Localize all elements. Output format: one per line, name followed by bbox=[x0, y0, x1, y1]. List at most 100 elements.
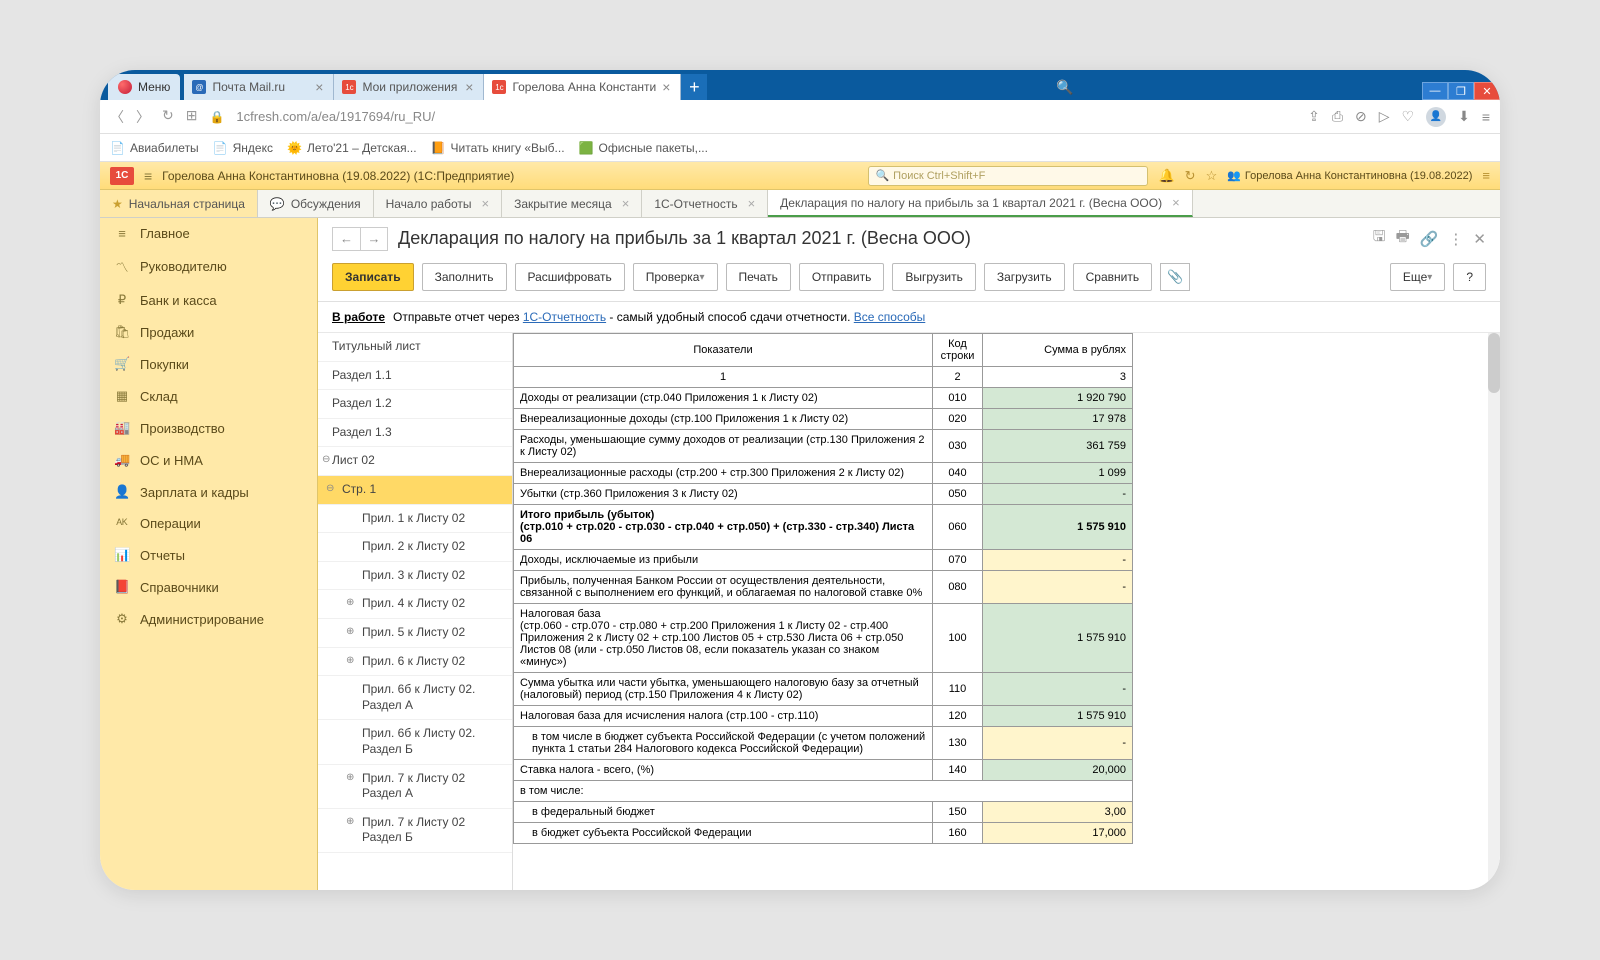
tree-expand-icon[interactable]: ⊕ bbox=[346, 596, 354, 609]
user-info[interactable]: 👥 Горелова Анна Константиновна (19.08.20… bbox=[1227, 169, 1472, 182]
app-tab[interactable]: 💬Обсуждения bbox=[258, 190, 374, 217]
tab-close-icon[interactable]: × bbox=[748, 196, 756, 211]
app-tab[interactable]: Начало работы× bbox=[374, 190, 503, 217]
heart-icon[interactable]: ♡ bbox=[1402, 108, 1415, 125]
tree-item[interactable]: Прил. 3 к Листу 02 bbox=[318, 562, 512, 591]
tree-expand-icon[interactable]: ⊖ bbox=[326, 482, 334, 495]
grid-cell-value[interactable]: 1 575 910 bbox=[983, 604, 1133, 673]
browser-tab[interactable]: @Почта Mail.ru× bbox=[184, 74, 334, 100]
global-search-input[interactable]: 🔍 Поиск Ctrl+Shift+F bbox=[868, 166, 1148, 186]
compare-button[interactable]: Сравнить bbox=[1073, 263, 1152, 291]
bookmark-item[interactable]: 📄Авиабилеты bbox=[110, 141, 199, 155]
tab-close-icon[interactable]: × bbox=[1172, 195, 1180, 210]
grid-cell-value[interactable]: - bbox=[983, 673, 1133, 706]
grid-cell-value[interactable]: 361 759 bbox=[983, 430, 1133, 463]
tree-item[interactable]: ⊖Стр. 1 bbox=[318, 476, 512, 505]
tree-item[interactable]: ⊕Прил. 7 к Листу 02 Раздел Б bbox=[318, 809, 512, 853]
play-icon[interactable]: ▷ bbox=[1379, 108, 1390, 125]
decrypt-button[interactable]: Расшифровать bbox=[515, 263, 625, 291]
sidebar-item[interactable]: 〽Руководителю bbox=[100, 249, 317, 284]
new-tab-button[interactable]: + bbox=[681, 74, 707, 100]
grid-cell-value[interactable]: - bbox=[983, 727, 1133, 760]
tree-item[interactable]: Прил. 6б к Листу 02. Раздел Б bbox=[318, 720, 512, 764]
grid-cell-value[interactable]: - bbox=[983, 571, 1133, 604]
tree-expand-icon[interactable]: ⊕ bbox=[346, 771, 354, 784]
opera-menu-button[interactable]: Меню bbox=[108, 74, 180, 100]
tree-item[interactable]: ⊖Лист 02 bbox=[318, 447, 512, 476]
page-forward-button[interactable]: → bbox=[360, 227, 388, 251]
block-icon[interactable]: ⊘ bbox=[1355, 108, 1367, 125]
star-icon[interactable]: ☆ bbox=[1206, 168, 1218, 184]
tree-item[interactable]: ⊕Прил. 4 к Листу 02 bbox=[318, 590, 512, 619]
kebab-icon[interactable]: ⋮ bbox=[1448, 230, 1463, 248]
grid-cell-value[interactable]: - bbox=[983, 550, 1133, 571]
sidebar-item[interactable]: 🛒Покупки bbox=[100, 348, 317, 380]
sidebar-item[interactable]: 🏭Производство bbox=[100, 412, 317, 444]
browser-tab[interactable]: 1cМои приложения× bbox=[334, 74, 484, 100]
tree-item[interactable]: Прил. 2 к Листу 02 bbox=[318, 533, 512, 562]
grid-cell-value[interactable]: 20,000 bbox=[983, 760, 1133, 781]
grid-area[interactable]: ПоказателиКод строкиСумма в рублях 123До… bbox=[513, 333, 1500, 890]
sidebar-item[interactable]: ᴬᴷОперации bbox=[100, 508, 317, 539]
tab-close-icon[interactable]: × bbox=[315, 79, 323, 95]
check-button[interactable]: Проверка bbox=[633, 263, 718, 291]
tree-item[interactable]: Прил. 1 к Листу 02 bbox=[318, 505, 512, 534]
nav-apps-icon[interactable]: ⊞ bbox=[186, 107, 198, 127]
tree-expand-icon[interactable]: ⊕ bbox=[346, 625, 354, 638]
status-link-all[interactable]: Все способы bbox=[854, 310, 926, 324]
sidebar-item[interactable]: ▦Склад bbox=[100, 380, 317, 412]
link-icon[interactable]: 🔗 bbox=[1420, 230, 1439, 248]
grid-cell-value[interactable]: 1 575 910 bbox=[983, 505, 1133, 550]
grid-cell-value[interactable]: 1 575 910 bbox=[983, 706, 1133, 727]
tree-item[interactable]: Раздел 1.3 bbox=[318, 419, 512, 448]
status-link-1c[interactable]: 1С-Отчетность bbox=[523, 310, 606, 324]
print-button[interactable]: Печать bbox=[726, 263, 791, 291]
sidebar-item[interactable]: ⚙Администрирование bbox=[100, 603, 317, 635]
tree-expand-icon[interactable]: ⊕ bbox=[346, 815, 354, 828]
tree-item[interactable]: Титульный лист bbox=[318, 333, 512, 362]
tab-close-icon[interactable]: × bbox=[662, 79, 670, 95]
fill-button[interactable]: Заполнить bbox=[422, 263, 507, 291]
attach-button[interactable]: 📎 bbox=[1160, 263, 1190, 291]
print-icon[interactable]: 🖶 bbox=[1396, 226, 1410, 251]
window-maximize-button[interactable]: ❐ bbox=[1448, 82, 1474, 100]
nav-back-icon[interactable]: 〈 bbox=[110, 107, 124, 127]
tree-item[interactable]: Раздел 1.1 bbox=[318, 362, 512, 391]
tab-close-icon[interactable]: × bbox=[481, 196, 489, 211]
send-button[interactable]: Отправить bbox=[799, 263, 885, 291]
tree-item[interactable]: ⊕Прил. 5 к Листу 02 bbox=[318, 619, 512, 648]
sidebar-item[interactable]: 🛍Продажи bbox=[100, 316, 317, 348]
tree-expand-icon[interactable]: ⊕ bbox=[346, 654, 354, 667]
tree-item[interactable]: Прил. 6б к Листу 02. Раздел А bbox=[318, 676, 512, 720]
camera-icon[interactable]: ⎙ bbox=[1332, 108, 1343, 125]
window-minimize-button[interactable]: — bbox=[1422, 82, 1448, 100]
sidebar-item[interactable]: ≡Главное bbox=[100, 218, 317, 249]
more-icon[interactable]: ≡ bbox=[1482, 168, 1490, 183]
sidebar-item[interactable]: 📕Справочники bbox=[100, 571, 317, 603]
grid-cell-value[interactable]: 17,000 bbox=[983, 823, 1133, 844]
burger-icon[interactable]: ≡ bbox=[144, 168, 152, 184]
app-tab[interactable]: 1С-Отчетность× bbox=[642, 190, 768, 217]
tree-item[interactable]: ⊕Прил. 7 к Листу 02 Раздел А bbox=[318, 765, 512, 809]
save-disk-icon[interactable]: 🖫 bbox=[1373, 226, 1386, 251]
sidebar-item[interactable]: 🚚ОС и НМА bbox=[100, 444, 317, 476]
url-text[interactable]: 1cfresh.com/a/ea/1917694/ru_RU/ bbox=[236, 109, 1296, 124]
extensions-icon[interactable]: ≡ bbox=[1482, 109, 1490, 125]
bookmark-item[interactable]: 📄Яндекс bbox=[213, 141, 273, 155]
tree-item[interactable]: ⊕Прил. 6 к Листу 02 bbox=[318, 648, 512, 677]
window-close-button[interactable]: ✕ bbox=[1474, 82, 1500, 100]
history-icon[interactable]: ↻ bbox=[1185, 168, 1196, 184]
close-page-icon[interactable]: ✕ bbox=[1473, 230, 1486, 248]
upload-button[interactable]: Выгрузить bbox=[892, 263, 976, 291]
sidebar-item[interactable]: 📊Отчеты bbox=[100, 539, 317, 571]
grid-cell-value[interactable]: 1 099 bbox=[983, 463, 1133, 484]
grid-cell-value[interactable]: - bbox=[983, 484, 1133, 505]
share-icon[interactable]: ⇪ bbox=[1308, 108, 1320, 125]
grid-cell-value[interactable]: 17 978 bbox=[983, 409, 1133, 430]
tree-expand-icon[interactable]: ⊖ bbox=[322, 453, 330, 466]
tree-item[interactable]: Раздел 1.2 bbox=[318, 390, 512, 419]
grid-cell-value[interactable]: 3,00 bbox=[983, 802, 1133, 823]
profile-avatar[interactable]: 👤 bbox=[1426, 107, 1446, 127]
download-button[interactable]: Загрузить bbox=[984, 263, 1065, 291]
tab-close-icon[interactable]: × bbox=[622, 196, 630, 211]
